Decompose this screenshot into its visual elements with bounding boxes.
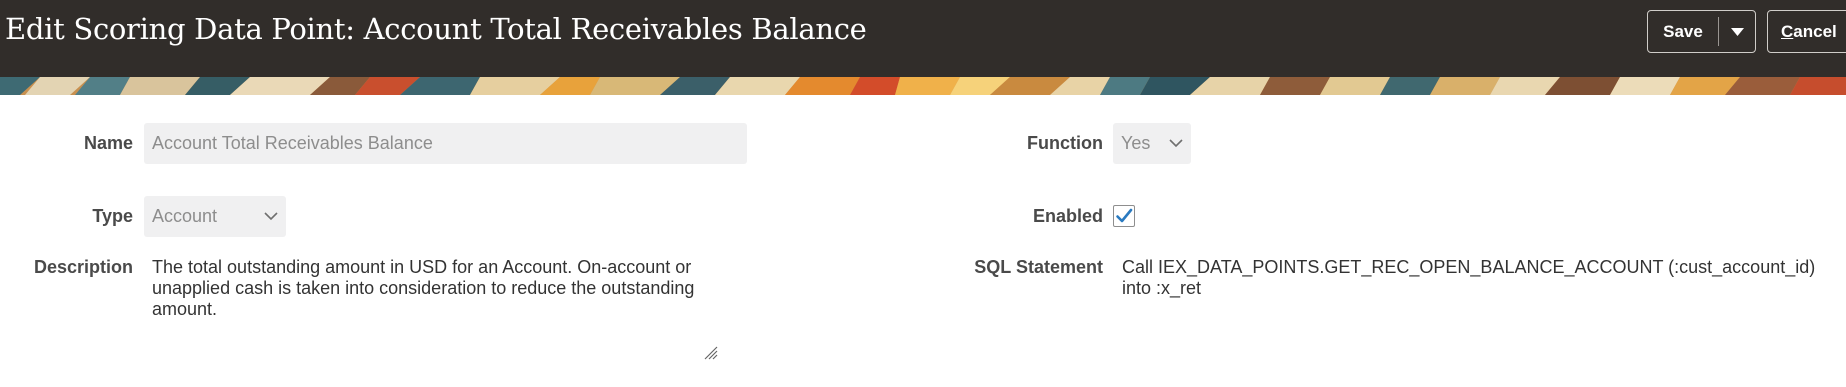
save-menu-button[interactable]	[1719, 11, 1755, 52]
sql-statement-text: Call IEX_DATA_POINTS.GET_REC_OPEN_BALANC…	[1122, 257, 1816, 298]
resize-handle-icon[interactable]	[703, 345, 719, 361]
name-label: Name	[83, 133, 133, 153]
function-value: Yes	[1121, 133, 1151, 153]
scoring-data-point-form: Name Account Total Receivables Balance T…	[0, 95, 1846, 387]
page-header: Edit Scoring Data Point: Account Total R…	[0, 0, 1846, 77]
save-button[interactable]: Save	[1648, 11, 1718, 52]
name-value: Account Total Receivables Balance	[152, 133, 433, 153]
type-select[interactable]: Account	[144, 196, 286, 237]
type-value: Account	[152, 206, 218, 226]
sql-statement-label: SQL Statement	[974, 257, 1103, 277]
type-label: Type	[92, 206, 133, 226]
chevron-down-icon	[1169, 138, 1183, 147]
page-title: Edit Scoring Data Point: Account Total R…	[5, 12, 867, 46]
description-label: Description	[33, 257, 133, 277]
save-button-group: Save	[1647, 10, 1756, 53]
enabled-checkbox[interactable]	[1113, 205, 1135, 227]
name-field[interactable]: Account Total Receivables Balance	[144, 123, 747, 164]
chevron-down-icon	[264, 211, 278, 220]
enabled-label: Enabled	[1032, 206, 1103, 226]
function-label: Function	[1027, 133, 1103, 153]
banner-pattern-image	[0, 77, 1846, 95]
chevron-down-icon	[1730, 27, 1744, 36]
checkmark-icon	[1116, 208, 1133, 223]
cancel-button[interactable]: Cancel	[1767, 10, 1846, 53]
description-text[interactable]: The total outstanding amount in USD for …	[152, 257, 712, 320]
cancel-mnemonic: C	[1781, 21, 1794, 41]
decorative-banner	[0, 77, 1846, 95]
function-select[interactable]: Yes	[1113, 123, 1191, 164]
cancel-label: ancel	[1793, 21, 1837, 41]
